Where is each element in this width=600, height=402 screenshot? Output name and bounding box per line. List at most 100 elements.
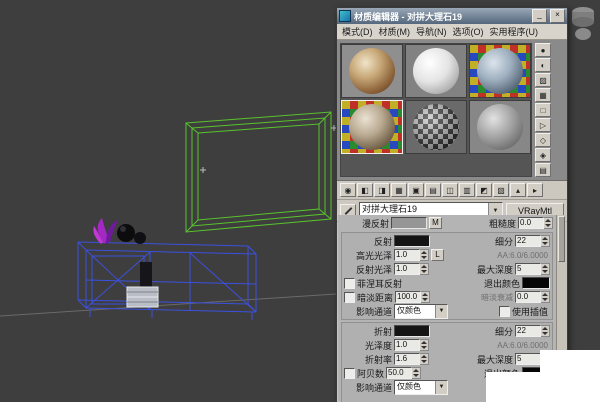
material-map-navigator-button[interactable]: ▤ bbox=[535, 163, 551, 177]
go-forward-same-level-button[interactable]: ▸ bbox=[527, 183, 543, 197]
dim-distance-value: 100.0 bbox=[395, 291, 421, 303]
spinner[interactable] bbox=[420, 249, 429, 261]
material-sample-slot[interactable] bbox=[341, 44, 403, 98]
refl-gloss-label: 反射光泽 bbox=[344, 263, 394, 276]
diffuse-map-button[interactable]: M bbox=[429, 217, 442, 229]
put-material-to-scene-button[interactable]: ◧ bbox=[357, 183, 373, 197]
material-toolbar: ◉ ◧ ◨ ▦ ▣ ▤ ◫ ▥ ◩ ▧ ▴ ▸ bbox=[337, 181, 567, 200]
fresnel-checkbox[interactable] bbox=[344, 278, 355, 289]
refl-affect-channels-dropdown[interactable]: 仅颜色 ▼ bbox=[394, 304, 448, 319]
close-button[interactable]: × bbox=[550, 9, 565, 23]
dim-falloff-field[interactable]: 0.0 bbox=[515, 291, 550, 303]
material-sample-slot[interactable] bbox=[469, 100, 531, 154]
ground-line bbox=[0, 294, 336, 316]
refr-affect-channels-value: 仅颜色 bbox=[395, 381, 435, 394]
sample-uv-tiling-button[interactable]: ▦ bbox=[535, 88, 551, 102]
material-sample-slot[interactable] bbox=[405, 100, 467, 154]
abbe-value: 50.0 bbox=[386, 367, 412, 379]
refl-exit-color-label: 退出颜色 bbox=[484, 277, 522, 290]
sample-sphere bbox=[477, 104, 523, 150]
refl-interpolation-checkbox[interactable] bbox=[499, 306, 510, 317]
title-bar[interactable]: 材质编辑器 - 对拼大理石19 _ × bbox=[337, 8, 567, 24]
spinner[interactable] bbox=[541, 291, 550, 303]
material-sample-slot[interactable] bbox=[405, 44, 467, 98]
material-id-channel-button[interactable]: ▥ bbox=[459, 183, 475, 197]
shelf-box-object[interactable] bbox=[127, 262, 158, 307]
show-map-in-viewport-button[interactable]: ◩ bbox=[476, 183, 492, 197]
make-material-copy-button[interactable]: ▣ bbox=[408, 183, 424, 197]
spinner[interactable] bbox=[420, 263, 429, 275]
menu-options[interactable]: 选项(O) bbox=[453, 25, 484, 38]
viewport-gizmo-object[interactable] bbox=[572, 7, 594, 40]
show-end-result-button[interactable]: ▧ bbox=[493, 183, 509, 197]
spinner[interactable] bbox=[412, 367, 421, 379]
refr-subdivs-field[interactable]: 22 bbox=[515, 325, 550, 337]
roughness-field[interactable]: 0.0 bbox=[518, 217, 553, 229]
spinner[interactable] bbox=[541, 235, 550, 247]
refr-affect-channels-dropdown[interactable]: 仅颜色 ▼ bbox=[394, 380, 448, 395]
spinner[interactable] bbox=[541, 325, 550, 337]
scrollbar-thumb[interactable] bbox=[558, 216, 565, 262]
material-sample-slot-active[interactable] bbox=[341, 100, 403, 154]
tv-cabinet-wireframe[interactable] bbox=[78, 242, 256, 320]
reset-map-button[interactable]: ▦ bbox=[391, 183, 407, 197]
menu-material[interactable]: 材质(M) bbox=[379, 25, 411, 38]
refr-subdivs-label: 细分 bbox=[495, 325, 515, 338]
dim-distance-field[interactable]: 100.0 bbox=[395, 291, 430, 303]
gloss-lock-button[interactable]: L bbox=[431, 249, 444, 261]
refl-exit-color-swatch[interactable] bbox=[522, 277, 550, 289]
refraction-color-swatch[interactable] bbox=[394, 325, 430, 337]
menu-utilities[interactable]: 实用程序(U) bbox=[490, 25, 539, 38]
sample-type-button[interactable]: ● bbox=[535, 43, 551, 57]
spinner[interactable] bbox=[420, 353, 429, 365]
material-sample-slot[interactable] bbox=[469, 44, 531, 98]
go-to-parent-button[interactable]: ▴ bbox=[510, 183, 526, 197]
abbe-field[interactable]: 50.0 bbox=[386, 367, 421, 379]
options-button[interactable]: ◇ bbox=[535, 133, 551, 147]
video-color-check-button[interactable]: □ bbox=[535, 103, 551, 117]
refr-gloss-field[interactable]: 1.0 bbox=[394, 339, 429, 351]
dim-distance-label: 暗淡距离 bbox=[357, 291, 395, 304]
hilight-gloss-field[interactable]: 1.0 bbox=[394, 249, 429, 261]
diffuse-color-swatch[interactable] bbox=[391, 217, 427, 229]
refl-maxdepth-label: 最大深度 bbox=[477, 263, 515, 276]
watermark-block bbox=[540, 350, 600, 402]
dropdown-arrow-icon: ▼ bbox=[435, 381, 447, 394]
refl-maxdepth-field[interactable]: 5 bbox=[515, 263, 550, 275]
reflection-color-swatch[interactable] bbox=[394, 235, 430, 247]
window-icon bbox=[339, 10, 351, 22]
spinner[interactable] bbox=[420, 339, 429, 351]
minimize-button[interactable]: _ bbox=[532, 9, 547, 23]
refr-maxdepth-value: 5 bbox=[515, 353, 541, 365]
plant-object-wireframe[interactable] bbox=[93, 218, 118, 244]
aa-info-label: AA:6.0/6.0000 bbox=[497, 341, 550, 350]
dim-distance-checkbox[interactable] bbox=[344, 292, 355, 303]
assign-material-to-selection-button[interactable]: ◨ bbox=[374, 183, 390, 197]
background-button[interactable]: ▨ bbox=[535, 73, 551, 87]
sample-sphere bbox=[349, 104, 395, 150]
select-by-material-button[interactable]: ◈ bbox=[535, 148, 551, 162]
reflection-group: 反射 细分 22 高光光泽 1.0 L AA:6.0/6.0000 反射光泽 1… bbox=[341, 232, 553, 320]
ior-label: 折射率 bbox=[344, 353, 394, 366]
aa-info-label: AA:6.0/6.0000 bbox=[497, 251, 550, 260]
dim-falloff-label: 暗淡衰减 bbox=[481, 292, 515, 303]
refl-affect-channels-label: 影响通道 bbox=[344, 305, 394, 318]
refr-maxdepth-label: 最大深度 bbox=[477, 353, 515, 366]
vase-objects[interactable] bbox=[117, 224, 146, 244]
refl-gloss-field[interactable]: 1.0 bbox=[394, 263, 429, 275]
spinner[interactable] bbox=[544, 217, 553, 229]
get-material-button[interactable]: ◉ bbox=[340, 183, 356, 197]
make-preview-button[interactable]: ▷ bbox=[535, 118, 551, 132]
menu-navigation[interactable]: 导航(N) bbox=[416, 25, 447, 38]
make-unique-button[interactable]: ▤ bbox=[425, 183, 441, 197]
spinner[interactable] bbox=[421, 291, 430, 303]
spinner[interactable] bbox=[541, 263, 550, 275]
ior-field[interactable]: 1.6 bbox=[394, 353, 429, 365]
mirror-frame-wireframe[interactable] bbox=[186, 112, 331, 232]
menu-mode[interactable]: 模式(D) bbox=[342, 25, 373, 38]
backlight-button[interactable]: ◐ bbox=[535, 58, 551, 72]
put-to-library-button[interactable]: ◫ bbox=[442, 183, 458, 197]
abbe-checkbox[interactable] bbox=[344, 368, 355, 379]
refl-subdivs-field[interactable]: 22 bbox=[515, 235, 550, 247]
refl-interpolation-label: 使用插值 bbox=[512, 305, 550, 318]
